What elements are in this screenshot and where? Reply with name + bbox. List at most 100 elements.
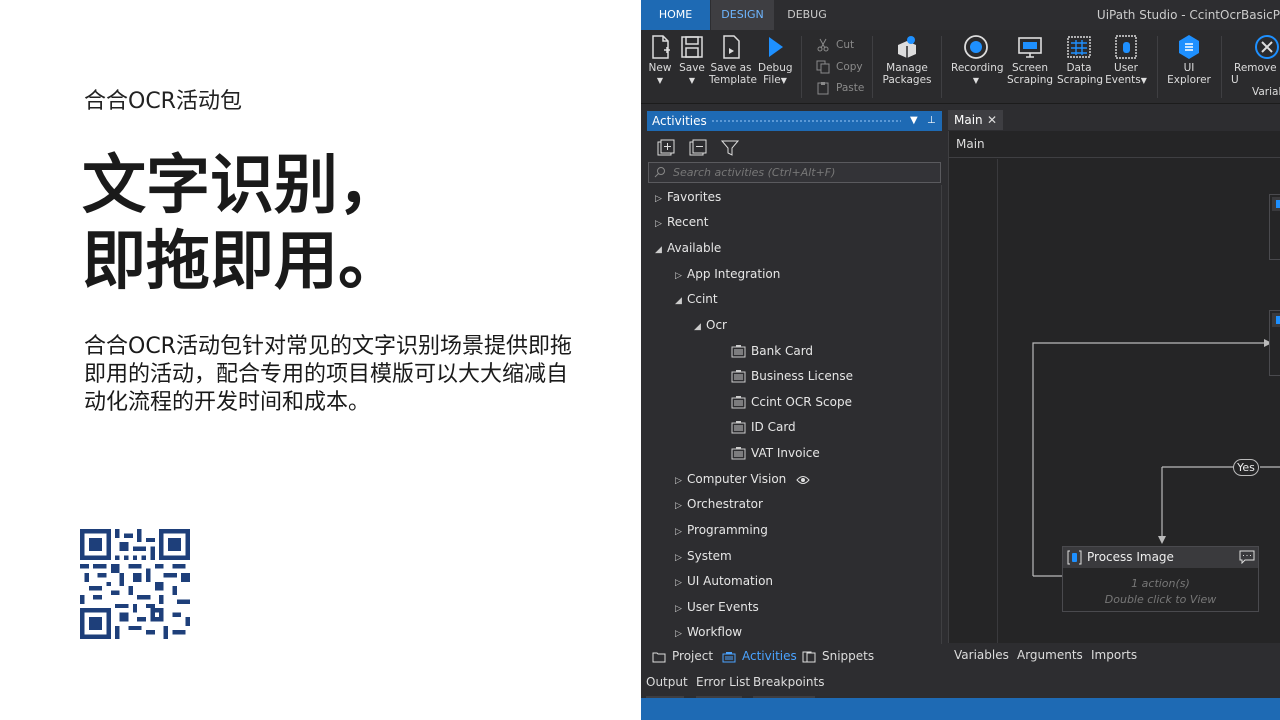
expand-all-icon[interactable]: [657, 139, 675, 157]
filter-icon[interactable]: [721, 139, 739, 157]
tab-arguments[interactable]: Arguments: [1017, 644, 1083, 666]
tree-item-computer-vision[interactable]: ▷ Computer Vision: [675, 469, 810, 489]
screen-scraping-button[interactable]: Screen Scraping: [1006, 34, 1054, 86]
ribbon-separator: [801, 36, 802, 98]
slide-subtitle: 合合OCR活动包: [84, 89, 242, 114]
close-icon[interactable]: ✕: [987, 110, 997, 130]
activity-business-license[interactable]: Business License: [731, 366, 853, 386]
panel-dropdown-icon[interactable]: ▼: [910, 111, 918, 131]
tab-label: Project: [672, 649, 714, 663]
user-events-button[interactable]: User Events▼: [1105, 34, 1147, 87]
pin-icon[interactable]: ⊥: [927, 111, 936, 131]
collapse-all-icon[interactable]: [689, 139, 707, 157]
tree-label: Ccint: [687, 292, 718, 306]
uipath-studio-window: HOME DESIGN DEBUG UiPath Studio - CcintO…: [641, 0, 1280, 720]
save-as-template-label-1: Save as: [710, 62, 752, 74]
activities-tree: ▷ Favorites ▷ Recent ◢ Available ▷ App Integ…: [647, 185, 942, 644]
tree-item-app-integration[interactable]: ▷ App Integration: [675, 264, 780, 284]
slide-text-panel: 合合OCR活动包 文字识别， 即拖即用。 合合OCR活动包针对常见的文字识别场景…: [0, 0, 641, 720]
document-tab-main[interactable]: Main ✕: [948, 110, 1003, 130]
activity-vat-invoice[interactable]: VAT Invoice: [731, 443, 820, 463]
tree-item-user-events[interactable]: ▷ User Events: [675, 597, 759, 617]
activities-icon: [722, 651, 736, 662]
remove-unused-label-1: Remove U: [1231, 62, 1277, 86]
tab-snippets[interactable]: Snippets: [802, 645, 874, 667]
remove-unused-label-2: Variabl: [1252, 86, 1280, 98]
tab-debug[interactable]: DEBUG: [781, 0, 833, 30]
tree-item-orchestrator[interactable]: ▷ Orchestrator: [675, 494, 763, 514]
tree-item-workflow[interactable]: ▷ Workflow: [675, 622, 742, 642]
ocr-activity-icon: [731, 420, 746, 433]
ui-explorer-label-2: Explorer: [1167, 74, 1211, 86]
activity-ccint-ocr-scope[interactable]: Ccint OCR Scope: [731, 392, 852, 412]
tree-label: Available: [667, 241, 722, 255]
ocr-activity-icon: [731, 344, 746, 357]
slide-description: 合合OCR活动包针对常见的文字识别场景提供即拖即用的活动，配合专用的项目模版可以…: [84, 334, 572, 415]
tree-item-ui-automation[interactable]: ▷ UI Automation: [675, 571, 773, 591]
activities-search-input[interactable]: Search activities (Ctrl+Alt+F): [648, 162, 941, 183]
output-tabs: Output Error List Breakpoints: [641, 672, 1280, 699]
tree-item-ocr[interactable]: ◢ Ocr: [694, 315, 727, 335]
manage-packages-button[interactable]: Manage Packages: [881, 34, 933, 86]
cut-label: Cut: [836, 39, 855, 51]
debug-file-label-2: File: [763, 74, 781, 86]
save-button[interactable]: Save ▼: [678, 34, 706, 87]
data-scraping-button[interactable]: Data Scraping: [1057, 34, 1103, 86]
ui-explorer-button[interactable]: UI Explorer: [1167, 34, 1211, 86]
ocr-activity-icon: [731, 395, 746, 408]
tree-label: Favorites: [667, 190, 722, 204]
annotation-comment-icon[interactable]: [1239, 550, 1255, 564]
tab-design[interactable]: DESIGN: [711, 0, 774, 30]
paste-clipboard-icon: [817, 82, 829, 95]
user-events-icon: [1115, 35, 1137, 59]
tree-label: Programming: [687, 523, 768, 537]
recording-button[interactable]: Recording ▼: [951, 34, 1004, 87]
tab-error-list[interactable]: Error List: [696, 675, 750, 699]
debug-file-button[interactable]: Debug File▼: [758, 34, 793, 87]
cut-button[interactable]: Cut: [816, 35, 854, 55]
tree-item-favorites[interactable]: ▷ Favorites: [655, 187, 721, 207]
tree-label: Ocr: [706, 318, 727, 332]
tree-label: Orchestrator: [687, 497, 763, 511]
play-icon: [769, 37, 783, 57]
sequence-icon: [1272, 313, 1280, 327]
qr-code-image: [80, 529, 190, 639]
copy-button[interactable]: Copy: [816, 57, 863, 77]
tree-label: Workflow: [687, 625, 743, 639]
flow-node-partial[interactable]: [1269, 310, 1280, 376]
ribbon-separator: [872, 36, 873, 98]
monitor-icon: [1018, 37, 1042, 58]
tree-item-ccint[interactable]: ◢ Ccint: [675, 289, 718, 309]
tree-item-recent[interactable]: ▷ Recent: [655, 212, 708, 232]
yes-connector-label: Yes: [1233, 459, 1259, 476]
process-image-sequence[interactable]: Process Image 1 action(s) Double click t…: [1062, 546, 1259, 612]
remove-circle-x-icon: [1255, 35, 1279, 59]
packages-box-icon: [898, 36, 916, 58]
tab-output[interactable]: Output: [646, 675, 688, 699]
new-button[interactable]: New ▼: [647, 34, 673, 87]
tab-home[interactable]: HOME: [641, 0, 710, 30]
tree-item-system[interactable]: ▷ System: [675, 546, 732, 566]
remove-unused-variables-button[interactable]: Remove UVariabl: [1231, 34, 1280, 98]
activities-panel-title: Activities: [652, 114, 707, 128]
tree-label: Recent: [667, 215, 709, 229]
search-icon: [654, 167, 665, 178]
tab-variables[interactable]: Variables: [954, 644, 1009, 666]
save-as-template-label-2: Template: [709, 74, 757, 86]
tree-item-programming[interactable]: ▷ Programming: [675, 520, 768, 540]
tab-project[interactable]: Project: [652, 645, 713, 667]
tree-item-available[interactable]: ◢ Available: [655, 238, 721, 258]
flow-node-partial[interactable]: [1269, 194, 1280, 260]
tab-breakpoints[interactable]: Breakpoints: [753, 675, 824, 699]
save-as-template-button[interactable]: Save as Template: [709, 34, 757, 86]
tab-imports[interactable]: Imports: [1091, 644, 1137, 666]
tab-activities[interactable]: Activities: [722, 645, 797, 667]
ribbon-separator: [1157, 36, 1158, 98]
sequence-icon: [1272, 197, 1280, 211]
slide-headline: 文字识别， 即拖即用。: [82, 148, 402, 300]
activity-id-card[interactable]: ID Card: [731, 417, 796, 437]
designer-bottom-tabs: Variables Arguments Imports: [948, 644, 1280, 666]
activity-bank-card[interactable]: Bank Card: [731, 341, 813, 361]
paste-button[interactable]: Paste: [816, 78, 864, 98]
headline-line-2: 即拖即用。: [82, 225, 402, 299]
